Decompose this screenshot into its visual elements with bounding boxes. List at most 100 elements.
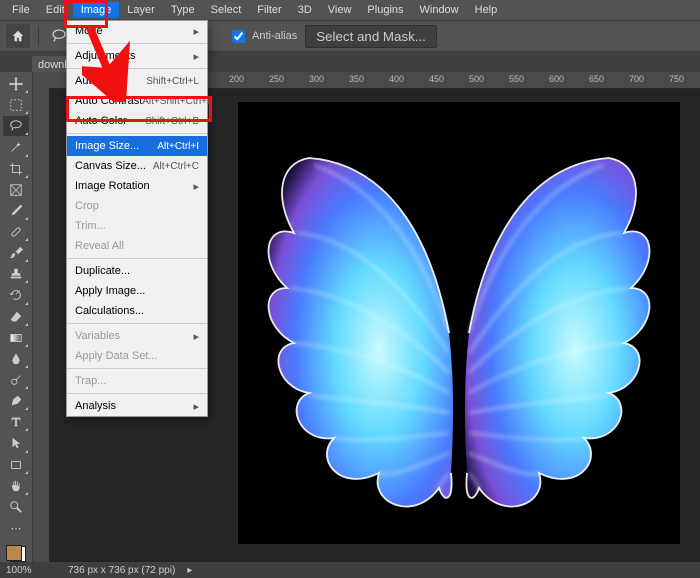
bandage-icon [9,225,23,239]
history-brush-icon [9,288,23,302]
tool-edit-toolbar[interactable]: ⋯ [3,518,29,538]
ruler-tick: 350 [349,74,364,84]
menu-item-trim: Trim... [67,216,207,236]
frame-icon [9,183,23,197]
antialias-checkbox-input[interactable] [232,30,245,43]
menu-edit[interactable]: Edit [38,2,73,18]
gradient-icon [9,331,23,345]
tool-clone[interactable] [3,264,29,284]
image-menu-dropdown: Mode▸ Adjustments▸ Auto ToneShift+Ctrl+L… [66,20,208,417]
menu-filter[interactable]: Filter [249,2,289,18]
menu-item-image-rotation[interactable]: Image Rotation▸ [67,176,207,196]
lasso-icon [9,119,23,133]
tool-hand[interactable] [3,476,29,496]
tool-brush[interactable] [3,243,29,263]
menu-item-auto-tone[interactable]: Auto ToneShift+Ctrl+L [67,71,207,91]
tool-lasso[interactable] [3,116,29,136]
menu-item-canvas-size[interactable]: Canvas Size...Alt+Ctrl+C [67,156,207,176]
menubar: File Edit Image Layer Type Select Filter… [0,0,700,21]
ruler-tick: 450 [429,74,444,84]
menu-item-apply-image[interactable]: Apply Image... [67,281,207,301]
ruler-tick: 200 [229,74,244,84]
menu-item-variables: Variables▸ [67,326,207,346]
status-bar: 100% 736 px x 736 px (72 ppi) ▸ [0,562,700,578]
tool-healing[interactable] [3,222,29,242]
eyedropper-icon [9,204,23,218]
color-swatches[interactable] [6,545,26,562]
marquee-icon [9,98,23,112]
ruler-tick: 750 [669,74,684,84]
menu-item-adjustments[interactable]: Adjustments▸ [67,46,207,66]
document-canvas[interactable] [239,103,679,543]
brush-icon [9,246,23,260]
ruler-tick: 650 [589,74,604,84]
menu-item-duplicate[interactable]: Duplicate... [67,261,207,281]
menu-type[interactable]: Type [163,2,203,18]
menu-select[interactable]: Select [203,2,250,18]
tool-dodge[interactable] [3,370,29,390]
arrow-icon [9,436,23,450]
menu-item-auto-color[interactable]: Auto ColorShift+Ctrl+B [67,111,207,131]
tool-crop[interactable] [3,159,29,179]
tool-pen[interactable] [3,391,29,411]
ruler-vertical[interactable] [33,88,50,562]
type-icon [9,415,23,429]
home-icon [11,29,25,43]
select-and-mask-button[interactable]: Select and Mask... [305,25,437,48]
menu-layer[interactable]: Layer [119,2,163,18]
ruler-tick: 600 [549,74,564,84]
zoom-icon [9,500,23,514]
tool-blur[interactable] [3,349,29,369]
antialias-checkbox[interactable]: Anti-alias [228,27,297,46]
status-zoom[interactable]: 100% [6,565,56,576]
tool-zoom[interactable] [3,497,29,517]
menu-item-analysis[interactable]: Analysis▸ [67,396,207,416]
menu-3d[interactable]: 3D [290,2,320,18]
ruler-corner [33,72,50,89]
menu-item-apply-data-set: Apply Data Set... [67,346,207,366]
menu-view[interactable]: View [320,2,360,18]
menu-item-auto-contrast[interactable]: Auto ContrastAlt+Shift+Ctrl+L [67,91,207,111]
hand-icon [9,479,23,493]
menu-item-image-size[interactable]: Image Size...Alt+Ctrl+I [67,136,207,156]
tool-magic-wand[interactable] [3,137,29,157]
tool-move[interactable] [3,74,29,94]
menu-window[interactable]: Window [412,2,467,18]
ruler-tick: 500 [469,74,484,84]
tool-marquee[interactable] [3,95,29,115]
tool-history-brush[interactable] [3,285,29,305]
tool-type[interactable] [3,412,29,432]
dodge-icon [9,373,23,387]
stamp-icon [9,267,23,281]
menu-help[interactable]: Help [467,2,506,18]
menu-item-mode[interactable]: Mode▸ [67,21,207,41]
menu-image[interactable]: Image [73,2,120,18]
canvas-image [239,103,679,543]
menu-plugins[interactable]: Plugins [359,2,411,18]
tool-gradient[interactable] [3,328,29,348]
pen-icon [9,394,23,408]
menu-item-calculations[interactable]: Calculations... [67,301,207,321]
home-button[interactable] [6,24,30,48]
status-dimensions: 736 px x 736 px (72 ppi) [68,565,175,576]
menu-file[interactable]: File [4,2,38,18]
eraser-icon [9,310,23,324]
ruler-tick: 550 [509,74,524,84]
status-chevron[interactable]: ▸ [187,565,192,576]
tool-eyedropper[interactable] [3,201,29,221]
crop-icon [9,162,23,176]
tool-frame[interactable] [3,180,29,200]
ruler-tick: 250 [269,74,284,84]
antialias-label: Anti-alias [252,30,297,42]
tool-eraser[interactable] [3,307,29,327]
foreground-color-swatch[interactable] [6,545,22,561]
move-icon [9,77,23,91]
tool-path-select[interactable] [3,433,29,453]
menu-item-reveal-all: Reveal All [67,236,207,256]
ruler-tick: 700 [629,74,644,84]
droplet-icon [9,352,23,366]
ellipsis-icon: ⋯ [11,522,22,535]
rectangle-icon [9,458,23,472]
tool-shape[interactable] [3,455,29,475]
menu-item-trap: Trap... [67,371,207,391]
